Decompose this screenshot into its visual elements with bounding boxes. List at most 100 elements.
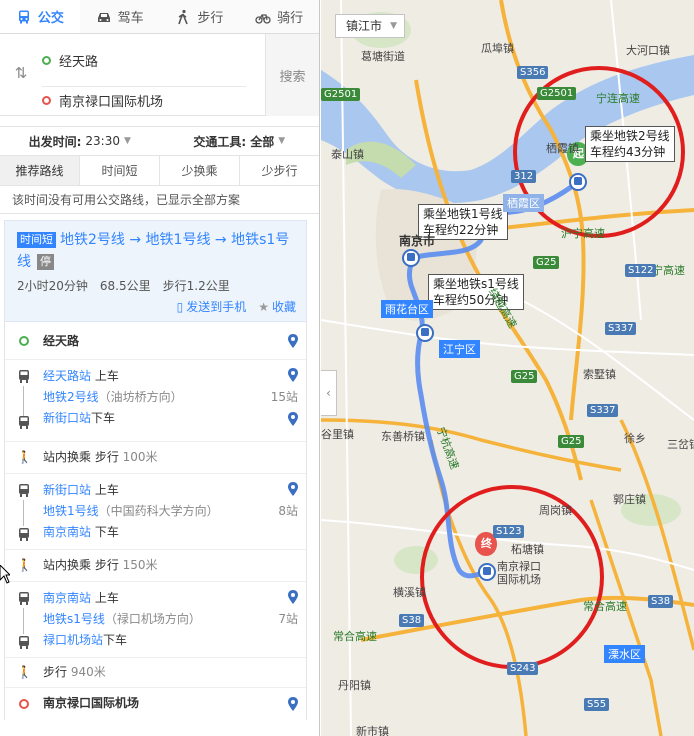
step-destination[interactable]: 南京禄口国际机场 bbox=[5, 688, 306, 720]
seg1-stop-count: 15站 bbox=[270, 390, 298, 404]
seg1-board: 经天路站 上车 bbox=[43, 366, 306, 387]
subway-station-icon[interactable] bbox=[416, 324, 434, 342]
road bbox=[520, 299, 694, 421]
bus-icon bbox=[17, 592, 31, 608]
seg2-direction: （中国药科大学方向） bbox=[98, 504, 219, 518]
step-walk-1[interactable]: 🚶 站内换乘 步行 100米 bbox=[5, 442, 306, 474]
tab-walk[interactable]: 步行 bbox=[160, 0, 240, 33]
place-label: 东善桥镇 bbox=[381, 430, 425, 443]
chevron-down-icon: ▼ bbox=[278, 136, 286, 146]
seg1-line-row: 地铁2号线（油坊桥方向） 15站 bbox=[43, 387, 306, 408]
road-shield: 312 bbox=[511, 170, 537, 183]
seg1-board-station: 经天路站 bbox=[43, 369, 92, 383]
location-pin-icon[interactable] bbox=[288, 412, 298, 426]
park-area bbox=[394, 546, 438, 574]
plan-title-lines-cont: 线 bbox=[17, 254, 31, 270]
seg3-line-row: 地铁s1号线（禄口机场方向） 7站 bbox=[43, 609, 306, 630]
subway-station-icon[interactable] bbox=[478, 563, 496, 581]
route-plan-card[interactable]: 时间短 地铁2号线 → 地铁1号线 → 地铁s1号 线停 2小时20分钟 68.5… bbox=[4, 220, 307, 322]
tab-fewer-transfers[interactable]: 少换乘 bbox=[160, 156, 240, 185]
step-transit-1[interactable]: 经天路站 上车 地铁2号线（油坊桥方向） 15站 新街口站下车 bbox=[5, 360, 306, 442]
seg1-direction: （油坊桥方向） bbox=[98, 390, 183, 404]
route-line bbox=[23, 500, 24, 526]
depart-time-select[interactable]: 出发时间: 23:30 ▼ bbox=[0, 133, 160, 150]
favorite-button[interactable]: ★ 收藏 bbox=[258, 298, 296, 315]
seg3-board-suffix: 上车 bbox=[94, 591, 119, 605]
depart-time-label: 出发时间: bbox=[28, 134, 82, 149]
plan-walk: 步行1.2公里 bbox=[162, 279, 230, 293]
end-point-text: 南京禄口国际机场 bbox=[59, 95, 164, 110]
tab-bus[interactable]: 公交 bbox=[0, 0, 80, 33]
seg2-board-station: 新街口站 bbox=[43, 483, 92, 497]
tab-recommended[interactable]: 推荐路线 bbox=[0, 156, 80, 185]
location-pin-icon[interactable] bbox=[288, 482, 298, 496]
location-pin-icon[interactable] bbox=[288, 590, 298, 604]
send-to-phone-button[interactable]: ▯ 发送到手机 bbox=[177, 298, 247, 315]
seg1-board-suffix: 上车 bbox=[94, 369, 119, 383]
start-point-field[interactable]: 经天路 bbox=[42, 46, 246, 74]
road-shield: G2501 bbox=[321, 88, 361, 101]
seg1-line-name[interactable]: 地铁2号线 bbox=[43, 390, 99, 404]
seg2-alight-suffix: 下车 bbox=[94, 525, 119, 539]
transport-tool-select[interactable]: 交通工具: 全部 ▼ bbox=[160, 133, 320, 150]
location-pin-icon[interactable] bbox=[288, 334, 298, 348]
chevron-down-icon: ▼ bbox=[390, 21, 397, 31]
collapse-panel-button[interactable]: ‹ bbox=[321, 370, 337, 416]
road-shield: S38 bbox=[648, 595, 674, 608]
tab-car[interactable]: 驾车 bbox=[80, 0, 160, 33]
highway-label: 常合高速 bbox=[583, 600, 627, 613]
search-button[interactable]: 搜索 bbox=[265, 34, 319, 116]
tab-less-walking[interactable]: 少步行 bbox=[240, 156, 319, 185]
place-label: 徐乡 bbox=[624, 432, 646, 445]
subway-station-icon[interactable] bbox=[402, 249, 420, 267]
highway-road bbox=[429, 439, 528, 736]
walk-icon: 🚶 bbox=[17, 558, 32, 572]
tab-shortest-time[interactable]: 时间短 bbox=[80, 156, 160, 185]
place-label: 泰山镇 bbox=[331, 148, 364, 161]
bike-icon bbox=[255, 13, 271, 24]
place-label: 大河口镇 bbox=[626, 44, 670, 57]
plan-meta: 2小时20分钟 68.5公里 步行1.2公里 bbox=[17, 277, 296, 294]
tab-bike[interactable]: 骑行 bbox=[239, 0, 319, 33]
step-origin[interactable]: 经天路 bbox=[5, 322, 306, 360]
district-label: 江宁区 bbox=[439, 340, 480, 358]
tool-value: 全部 bbox=[250, 134, 275, 149]
bus-icon bbox=[17, 484, 31, 500]
start-point-text: 经天路 bbox=[59, 54, 99, 70]
place-label: 三岔镇 bbox=[667, 438, 694, 451]
destination-dot-icon bbox=[17, 698, 31, 712]
end-point-field[interactable]: 南京禄口国际机场 bbox=[42, 86, 246, 114]
seg3-line-name[interactable]: 地铁s1号线 bbox=[43, 612, 105, 626]
road-shield: S122 bbox=[625, 264, 657, 277]
bus-icon bbox=[17, 416, 31, 432]
tab-walk-label: 步行 bbox=[197, 11, 224, 26]
place-label: 索墅镇 bbox=[583, 368, 616, 381]
swap-icon[interactable]: ⇅ bbox=[12, 64, 30, 82]
place-label: 南京市 bbox=[399, 234, 436, 248]
walk3-distance: 940米 bbox=[70, 665, 106, 679]
step-walk-3[interactable]: 🚶 步行 940米 bbox=[5, 658, 306, 688]
bus-icon bbox=[17, 370, 31, 386]
city-select[interactable]: 镇江市 ▼ bbox=[335, 14, 405, 38]
location-pin-icon[interactable] bbox=[288, 697, 298, 711]
road-shield: S337 bbox=[605, 322, 637, 335]
seg2-stop-count: 8站 bbox=[278, 504, 298, 518]
step-walk-2[interactable]: 🚶 站内换乘 步行 150米 bbox=[5, 550, 306, 582]
no-route-notice: 该时间没有可用公交路线，已显示全部方案 bbox=[0, 186, 319, 214]
bus-icon bbox=[17, 636, 31, 652]
subway-station-icon[interactable] bbox=[569, 173, 587, 191]
plan-duration: 2小时20分钟 bbox=[17, 279, 88, 293]
highway-label: 沪宁高速 bbox=[561, 227, 605, 240]
road-shield: G2501 bbox=[537, 87, 577, 100]
place-label: 周岗镇 bbox=[539, 504, 572, 517]
step-transit-2[interactable]: 新街口站 上车 地铁1号线（中国药科大学方向） 8站 南京南站 下车 bbox=[5, 474, 306, 550]
walk1-row: 站内换乘 步行 100米 bbox=[43, 447, 306, 468]
map-view[interactable]: 起 终 镇江市 ▼ ‹ 乘坐地铁2号线 车程约43分钟 乘坐地铁1号线 车程约2… bbox=[321, 0, 694, 736]
district-label: 雨花台区 bbox=[381, 300, 433, 318]
location-pin-icon[interactable] bbox=[288, 368, 298, 382]
seg2-line-row: 地铁1号线（中国药科大学方向） 8站 bbox=[43, 501, 306, 522]
step-transit-3[interactable]: 南京南站 上车 地铁s1号线（禄口机场方向） 7站 禄口机场站下车 bbox=[5, 582, 306, 658]
seg2-line-name[interactable]: 地铁1号线 bbox=[43, 504, 99, 518]
walk-icon: 🚶 bbox=[17, 665, 32, 679]
highway-label: 宁连高速 bbox=[596, 92, 640, 105]
